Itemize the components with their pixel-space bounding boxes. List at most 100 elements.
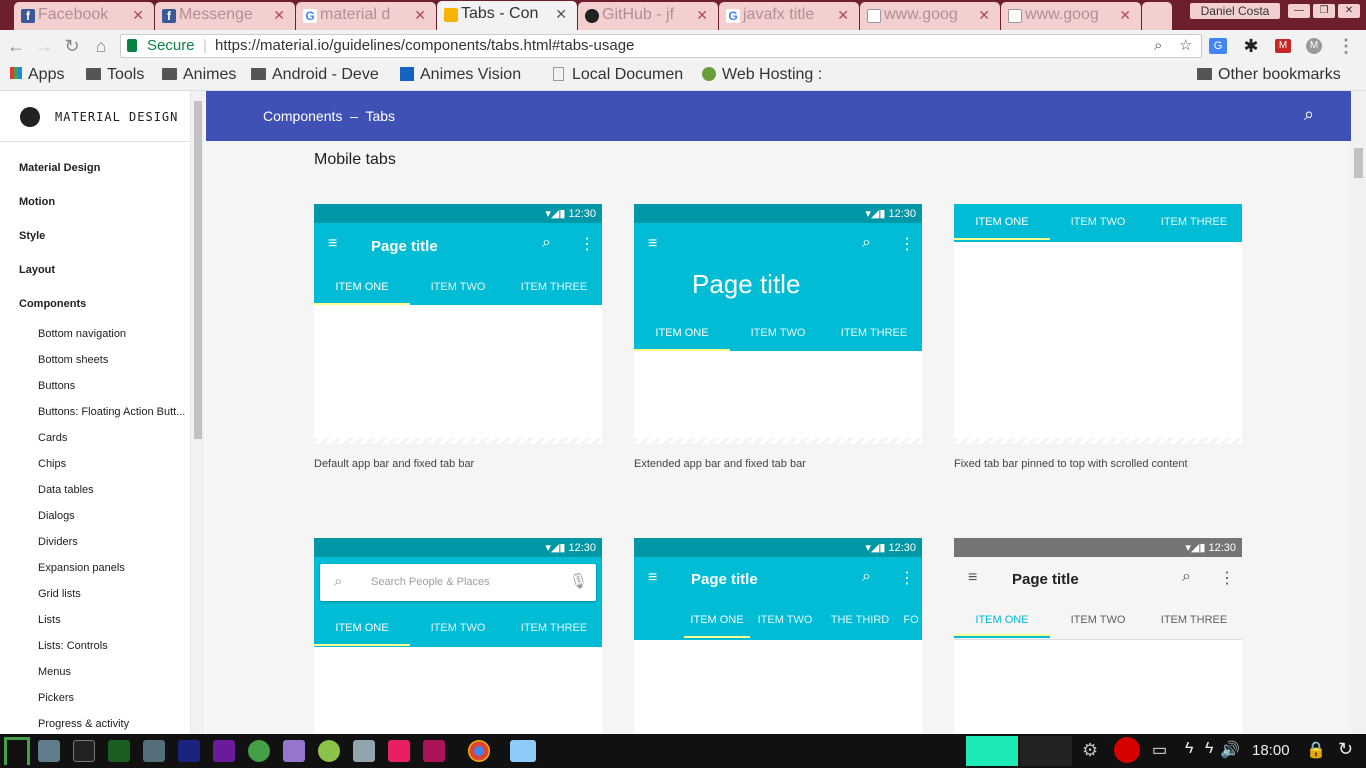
browser-tab[interactable]: Gjavafx title ✕ [719, 2, 859, 30]
nav-section[interactable]: Material Design [19, 162, 100, 174]
search-icon[interactable]: ⌕ [1182, 568, 1191, 586]
bookmark-link[interactable]: Web Hosting : [702, 66, 822, 84]
nav-item[interactable]: Bottom navigation [38, 328, 126, 340]
vpn-icon[interactable] [248, 740, 270, 762]
bookmark-folder[interactable]: Animes [162, 66, 236, 84]
tab-item-two[interactable]: ITEM TWO [1050, 204, 1146, 240]
start-menu-icon[interactable] [4, 737, 30, 765]
maximize-icon[interactable]: ❐ [1313, 4, 1335, 18]
window-icon[interactable] [510, 740, 536, 762]
profile-extension-icon[interactable]: M [1306, 38, 1322, 54]
window-slot[interactable] [1020, 736, 1072, 766]
intellij-icon[interactable] [388, 740, 410, 762]
nav-item[interactable]: Bottom sheets [38, 354, 108, 366]
postgres-icon[interactable] [353, 740, 375, 762]
search-icon[interactable]: ⌕ [542, 234, 551, 252]
intellij-icon[interactable] [423, 740, 445, 762]
datagrip-icon[interactable] [178, 740, 200, 762]
material-logo-icon[interactable] [20, 107, 40, 127]
scrollbar-thumb[interactable] [194, 101, 202, 439]
power-icon[interactable]: ϟ [1185, 740, 1193, 758]
settings-icon[interactable]: ⚙ [1082, 740, 1098, 761]
mega-tray-icon[interactable] [1114, 737, 1140, 763]
refresh-session-icon[interactable]: ↻ [1338, 739, 1353, 760]
nav-item[interactable]: Expansion panels [38, 562, 125, 574]
android-studio-icon[interactable] [318, 740, 340, 762]
minimize-icon[interactable]: — [1288, 4, 1310, 18]
nav-item[interactable]: Chips [38, 458, 66, 470]
bookmark-apps[interactable]: Apps [10, 66, 64, 84]
nav-item[interactable]: Progress & activity [38, 718, 129, 730]
tab-item-two[interactable]: ITEM TWO [1050, 602, 1146, 638]
tab-item-three[interactable]: ITEM THREE [1146, 204, 1242, 240]
tab-item-two[interactable]: ITEM TWO [730, 315, 826, 351]
browser-tab[interactable]: GitHub - jf ✕ [578, 2, 718, 30]
close-tab-icon[interactable]: ✕ [1119, 7, 1131, 24]
nav-item[interactable]: Lists [38, 614, 61, 626]
bookmark-link[interactable]: Animes Vision [400, 66, 540, 84]
mic-icon[interactable]: 🎙 [569, 572, 588, 590]
search-icon[interactable]: ⌕ [862, 234, 871, 252]
profile-button[interactable]: Daniel Costa [1190, 3, 1280, 19]
close-tab-icon[interactable]: ✕ [555, 6, 567, 23]
nav-item[interactable]: Pickers [38, 692, 74, 704]
phpstorm-icon[interactable] [213, 740, 235, 762]
system-monitor-icon[interactable] [108, 740, 130, 762]
lock-screen-icon[interactable]: 🔒 [1306, 740, 1326, 760]
tab-item-one[interactable]: ITEM ONE [314, 269, 410, 305]
menu-kebab-icon[interactable]: ⋮ [1336, 36, 1356, 57]
tab-item-one[interactable]: ITEM ONE [954, 602, 1050, 638]
forward-icon[interactable]: → [34, 36, 54, 57]
nav-section[interactable]: Layout [19, 264, 55, 276]
nav-item[interactable]: Buttons [38, 380, 75, 392]
close-tab-icon[interactable]: ✕ [273, 7, 285, 24]
search-box[interactable]: ⌕ Search People & Places 🎙 [320, 564, 596, 601]
chrome-icon[interactable] [468, 740, 490, 762]
url-text[interactable]: https://material.io/guidelines/component… [215, 35, 634, 57]
tab-item-one[interactable]: ITEM ONE [684, 602, 750, 638]
more-vert-icon[interactable]: ⋮ [899, 568, 915, 588]
browser-tab[interactable]: www.goog ✕ [860, 2, 1000, 30]
nav-section[interactable]: Components [19, 298, 86, 310]
tab-item-three[interactable]: ITEM THREE [506, 269, 602, 305]
tab-item-three[interactable]: ITEM THREE [506, 610, 602, 646]
bookmark-folder[interactable]: Android - Deve [251, 66, 387, 84]
menu-icon[interactable]: ≡ [968, 569, 977, 587]
close-tab-icon[interactable]: ✕ [837, 7, 849, 24]
more-vert-icon[interactable]: ⋮ [579, 234, 595, 254]
tab-item-one[interactable]: ITEM ONE [634, 315, 730, 351]
breadcrumb[interactable]: Components – Tabs [263, 108, 395, 124]
bookmark-folder[interactable]: Tools [86, 66, 144, 84]
tab-item-one[interactable]: ITEM ONE [954, 204, 1050, 240]
nav-item[interactable]: Data tables [38, 484, 94, 496]
close-tab-icon[interactable]: ✕ [978, 7, 990, 24]
nav-item[interactable]: Grid lists [38, 588, 81, 600]
back-icon[interactable]: ← [6, 36, 26, 57]
search-icon[interactable]: ⌕ [1304, 104, 1314, 125]
tab-item-two[interactable]: ITEM TWO [750, 602, 820, 638]
volume-icon[interactable]: 🔊 [1220, 740, 1240, 760]
terminal-icon[interactable] [73, 740, 95, 762]
battery-icon[interactable]: ϟ [1205, 740, 1213, 758]
tab-item-three[interactable]: ITEM THREE [826, 315, 922, 351]
nav-item[interactable]: Lists: Controls [38, 640, 108, 652]
menu-icon[interactable]: ≡ [648, 235, 657, 253]
files-icon[interactable] [38, 740, 60, 762]
more-vert-icon[interactable]: ⋮ [899, 234, 915, 254]
tab-item-one[interactable]: ITEM ONE [314, 610, 410, 646]
browser-tab[interactable]: f Messenge ✕ [155, 2, 295, 30]
browser-tab[interactable]: f Facebook ✕ [14, 2, 154, 30]
tab-the-third[interactable]: THE THIRD [820, 602, 900, 638]
menu-icon[interactable]: ≡ [328, 235, 337, 253]
browser-tab[interactable]: www.goog ✕ [1001, 2, 1141, 30]
chat-icon[interactable]: ▭ [1152, 740, 1167, 760]
scrollbar-thumb[interactable] [1354, 148, 1363, 178]
folder-app-icon[interactable] [283, 740, 305, 762]
logo-text[interactable]: MATERIAL DESIGN [55, 110, 178, 124]
menu-icon[interactable]: ≡ [648, 569, 657, 587]
search-icon[interactable]: ⌕ [862, 568, 871, 586]
nav-item[interactable]: Cards [38, 432, 67, 444]
nav-section[interactable]: Motion [19, 196, 55, 208]
browser-tab[interactable]: Gmaterial d ✕ [296, 2, 436, 30]
extension-icon[interactable]: ✱ [1241, 36, 1261, 57]
